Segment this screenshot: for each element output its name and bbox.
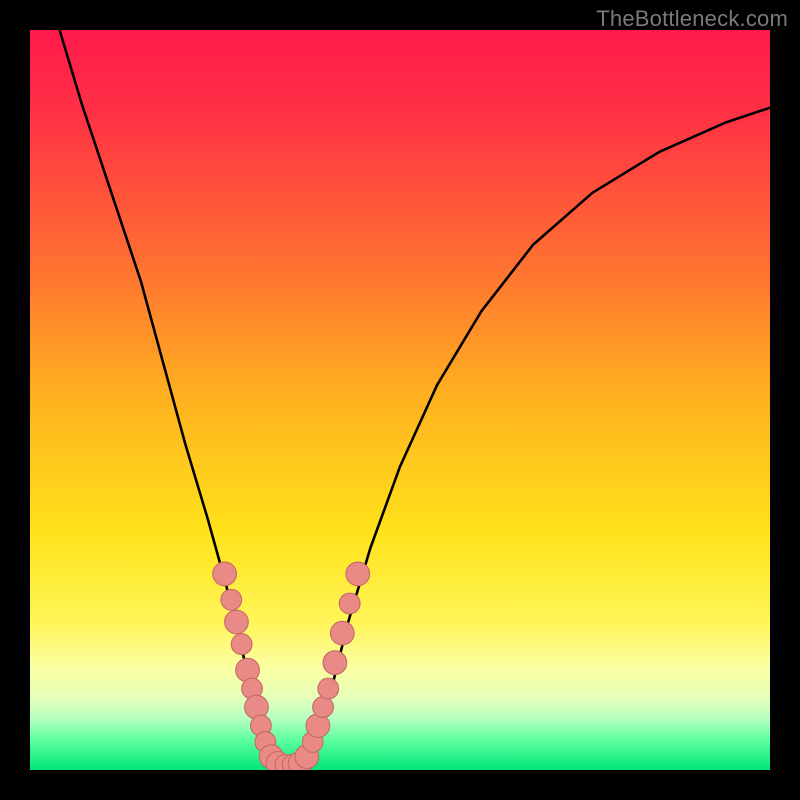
data-marker bbox=[231, 634, 252, 655]
data-marker bbox=[339, 593, 360, 614]
watermark-text: TheBottleneck.com bbox=[596, 6, 788, 32]
plot-area bbox=[30, 30, 770, 770]
chart-frame: TheBottleneck.com bbox=[0, 0, 800, 800]
marker-cluster bbox=[213, 562, 370, 770]
bottleneck-curve bbox=[30, 30, 770, 770]
data-marker bbox=[346, 562, 370, 586]
data-marker bbox=[225, 610, 249, 634]
data-marker bbox=[330, 621, 354, 645]
data-marker bbox=[313, 697, 334, 718]
data-marker bbox=[213, 562, 237, 586]
data-marker bbox=[221, 589, 242, 610]
data-marker bbox=[318, 678, 339, 699]
data-marker bbox=[323, 651, 347, 675]
